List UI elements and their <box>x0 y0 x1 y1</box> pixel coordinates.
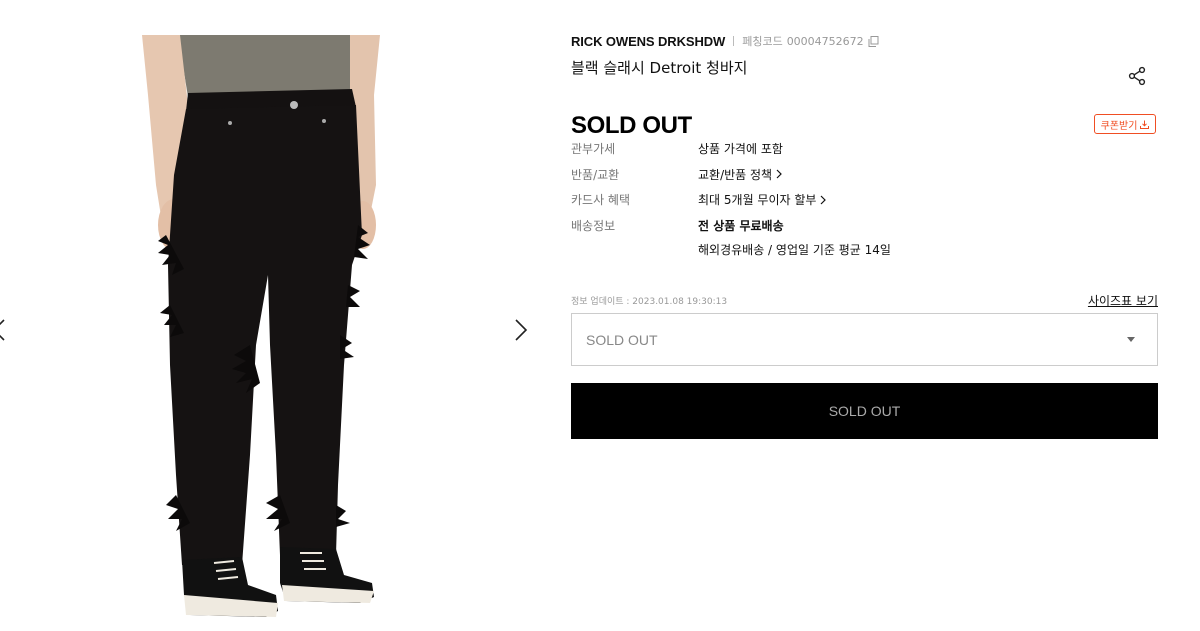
download-icon <box>1140 120 1150 129</box>
shipping-row: 배송정보 전 상품 무료배송 해외경유배송 / 영업일 기준 평균 14일 <box>571 217 1158 258</box>
duty-row: 관부가세 상품 가격에 포함 <box>571 140 1158 166</box>
caret-down-icon <box>1127 337 1135 342</box>
shipping-label: 배송정보 <box>571 218 616 233</box>
buy-button[interactable]: SOLD OUT <box>571 383 1158 439</box>
shipping-duration: 해외경유배송 / 영업일 기준 평균 14일 <box>698 242 891 257</box>
card-benefit-text: 최대 5개월 무이자 할부 <box>698 193 817 207</box>
brand-name[interactable]: RICK OWENS DRKSHDW <box>571 34 725 49</box>
return-label: 반품/교환 <box>571 167 620 182</box>
product-name: 블랙 슬래시 Detroit 청바지 <box>571 59 748 77</box>
chevron-right-icon <box>776 169 782 179</box>
size-chart-link[interactable]: 사이즈표 보기 <box>1088 292 1158 309</box>
update-row: 정보 업데이트 : 2023.01.08 19:30:13 사이즈표 보기 <box>571 292 1158 308</box>
size-select-value: SOLD OUT <box>586 331 658 348</box>
update-timestamp: 정보 업데이트 : 2023.01.08 19:30:13 <box>571 297 728 307</box>
size-select[interactable]: SOLD OUT <box>571 313 1158 366</box>
product-info-panel: RICK OWENS DRKSHDW 페칭코드 00004752672 블랙 슬… <box>571 30 1158 439</box>
brand-row: RICK OWENS DRKSHDW 페칭코드 00004752672 <box>571 30 1158 52</box>
coupon-label: 쿠폰받기 <box>1100 120 1138 132</box>
divider <box>733 36 735 46</box>
product-details: 관부가세 상품 가격에 포함 반품/교환 교환/반품 정책 카드사 혜택 최대 … <box>571 140 1158 258</box>
code-label: 페칭코드 <box>742 35 783 48</box>
return-row: 반품/교환 교환/반품 정책 <box>571 166 1158 192</box>
duty-value: 상품 가격에 포함 <box>698 142 783 156</box>
product-code: 00004752672 <box>786 34 864 48</box>
shipping-free: 전 상품 무료배송 <box>698 218 784 233</box>
product-image <box>142 35 380 617</box>
card-benefit-link[interactable]: 최대 5개월 무이자 할부 <box>698 191 827 208</box>
coupon-button[interactable]: 쿠폰받기 <box>1094 114 1156 134</box>
return-policy-link[interactable]: 교환/반품 정책 <box>698 166 782 183</box>
return-policy-text: 교환/반품 정책 <box>698 167 773 182</box>
card-row: 카드사 혜택 최대 5개월 무이자 할부 <box>571 191 1158 217</box>
product-gallery <box>0 0 545 631</box>
price-status: SOLD OUT <box>571 112 692 139</box>
shipping-info: 전 상품 무료배송 해외경유배송 / 영업일 기준 평균 14일 <box>698 217 891 258</box>
chevron-right-icon[interactable] <box>509 316 533 344</box>
chevron-right-icon <box>821 195 827 204</box>
chevron-left-icon[interactable] <box>0 316 12 344</box>
copy-icon[interactable] <box>868 35 879 47</box>
duty-label: 관부가세 <box>571 142 616 156</box>
share-icon[interactable] <box>1127 66 1147 86</box>
card-label: 카드사 혜택 <box>571 193 631 207</box>
